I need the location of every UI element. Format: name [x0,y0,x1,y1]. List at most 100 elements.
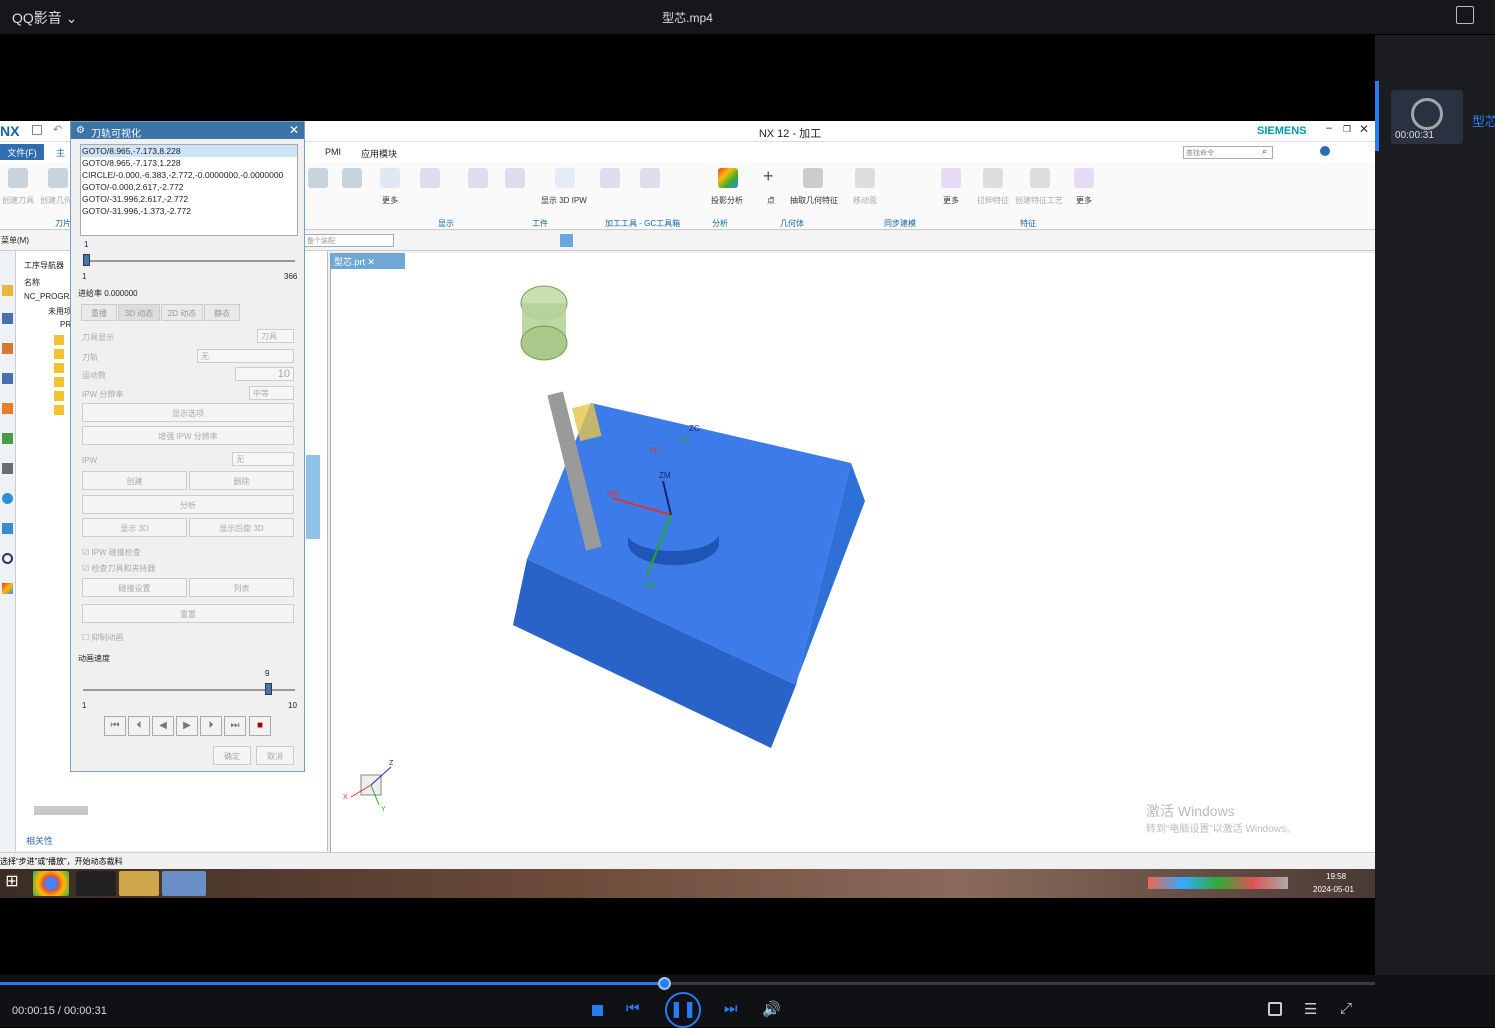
undo-icon[interactable]: ↶ [53,123,62,136]
extrude-feature-icon[interactable] [983,168,1003,188]
ipw-resolution-select[interactable]: 中等 [249,386,294,400]
tab-file[interactable]: 文件(F) [0,144,44,160]
machine-tool-icon[interactable] [2,313,13,324]
nx-taskbar-icon[interactable] [162,871,206,896]
create-geometry-icon[interactable] [48,168,68,188]
file-explorer-icon[interactable] [119,871,159,896]
tab-home[interactable]: 主 [56,146,65,159]
tab-3d-dynamic[interactable]: 3D 动态 [118,304,160,321]
selection-scope-select[interactable]: 整个装配 [304,234,394,247]
ok-button[interactable]: 确定 [213,746,251,765]
workpiece-icon[interactable] [505,168,525,188]
feature-more-icon[interactable] [1074,168,1094,188]
tab-applications[interactable]: 应用模块 [361,147,397,160]
tool-display-select[interactable]: 刀具 [257,329,294,343]
speed-slider-thumb[interactable] [265,683,272,695]
tab-replay[interactable]: 重播 [81,304,117,321]
program-order-icon[interactable] [2,343,13,354]
step-forward-button[interactable]: ⏵ [200,716,222,736]
gc-toolbox-icon-2[interactable] [640,168,660,188]
collision-settings-button[interactable]: 碰撞设置 [82,578,187,597]
progress-knob[interactable] [658,977,671,990]
cancel-button[interactable]: 取消 [256,746,294,765]
sync-more-icon[interactable] [941,168,961,188]
menu-button[interactable]: 菜单(M) [1,235,29,246]
path-line[interactable]: GOTO/-31.996,-1.373,-2.772 [81,205,297,217]
playlist-item-label[interactable]: 型芯 [1472,111,1495,130]
path-line[interactable]: GOTO/8.965,-7.173,1.228 [81,157,297,169]
position-slider-track[interactable] [83,260,295,262]
operation-1-icon[interactable] [54,335,64,345]
geometry-view-icon[interactable] [2,403,13,414]
volume-icon[interactable]: 🔊 [762,1000,781,1018]
related-panel-header[interactable]: 相关性 [26,834,53,847]
toolpath-listing[interactable]: GOTO/8.965,-7.173,8.228 GOTO/8.965,-7.17… [80,144,298,236]
palette-icon[interactable] [2,583,13,594]
graphics-window[interactable]: XM ZM YM XC YC ZC X Z Y 激活 Windows 转到“电脑… [330,253,1375,853]
reset-button[interactable]: 重置 [82,604,294,623]
extract-geometry-icon[interactable] [803,168,823,188]
display-icon-2[interactable] [468,168,488,188]
delete-button[interactable]: 删除 [189,471,294,490]
tab-2d-dynamic[interactable]: 2D 动态 [161,304,203,321]
ipw-select[interactable]: 无 [232,452,294,466]
chrome-icon[interactable] [33,871,69,896]
history-icon[interactable] [2,523,13,534]
clock-icon[interactable] [2,553,13,564]
operation-4-icon[interactable] [54,377,64,387]
play-reverse-button[interactable]: ◀ [152,716,174,736]
part-navigator-icon[interactable] [2,433,13,444]
enhance-ipw-button[interactable]: 增强 IPW 分辨率 [82,426,294,445]
more-icon[interactable] [380,168,400,188]
step-back-button[interactable]: ⏴ [128,716,150,736]
stop-button[interactable]: ■ [249,716,271,736]
pause-icon[interactable]: ❚❚ [665,992,701,1028]
next-icon[interactable]: ⏭ [724,1000,738,1017]
show-3d-button[interactable]: 显示 3D [82,518,187,537]
screenshot-icon[interactable] [1268,1002,1282,1016]
path-line[interactable]: GOTO/-0.000,2.617,-2.772 [81,181,297,193]
path-line[interactable]: GOTO/-31.996,2.617,-2.772 [81,193,297,205]
fullscreen-icon[interactable]: ⤢ [1340,1000,1352,1017]
projection-analysis-icon[interactable] [718,168,738,188]
ipw-icon[interactable] [555,168,575,188]
point-icon[interactable]: + [763,166,774,187]
path-line[interactable]: CIRCLE/-0.000,-6.383,-2.772,-0.0000000,-… [81,169,297,181]
close-icon[interactable]: ✕ [1359,122,1369,136]
stop-icon[interactable] [592,1005,603,1016]
tab-part-file[interactable]: 型芯.prt ✕ [330,253,405,269]
ipw-collision-checkbox[interactable]: ☑ IPW 碰撞检查 [82,547,141,558]
gear-icon[interactable]: ⚙ [76,125,85,136]
reuse-library-icon[interactable] [2,463,13,474]
tab-pmi[interactable]: PMI [325,147,341,157]
suppress-animation-checkbox[interactable]: ☐ 抑制动画 [82,632,123,643]
shop-doc-icon[interactable] [342,168,362,188]
fast-forward-button[interactable]: ⏭ [224,716,246,736]
playlist-thumbnail[interactable]: 00:00:31 [1391,90,1463,144]
create-tool-icon[interactable] [8,168,28,188]
dialog-close-icon[interactable]: ✕ [289,123,299,137]
search-icon[interactable]: ⌕ [1262,146,1267,157]
path-line[interactable]: GOTO/8.965,-7.173,8.228 [81,145,297,157]
close-tab-icon[interactable]: ✕ [368,257,376,267]
operation-2-icon[interactable] [54,349,64,359]
horizontal-scrollbar[interactable] [34,806,88,815]
tray-icons[interactable] [1148,877,1288,889]
feature-process-icon[interactable] [1030,168,1050,188]
display-options-button[interactable]: 显示选项 [82,403,294,422]
operation-6-icon[interactable] [54,405,64,415]
display-icon[interactable] [420,168,440,188]
tab-static[interactable]: 静态 [204,304,240,321]
analyze-button[interactable]: 分析 [82,495,294,514]
speed-slider-track[interactable] [83,689,295,691]
method-view-icon[interactable] [2,373,13,384]
view-cube-icon[interactable] [560,234,573,247]
move-face-icon[interactable] [855,168,875,188]
help-icon[interactable] [1320,146,1330,156]
create-button[interactable]: 创建 [82,471,187,490]
command-search-input[interactable]: 查找命令 [1183,146,1273,159]
operation-icon[interactable] [308,168,328,188]
toolpath-select[interactable]: 无 [197,349,294,363]
web-browser-icon[interactable] [2,493,13,504]
list-button[interactable]: 列表 [189,578,294,597]
